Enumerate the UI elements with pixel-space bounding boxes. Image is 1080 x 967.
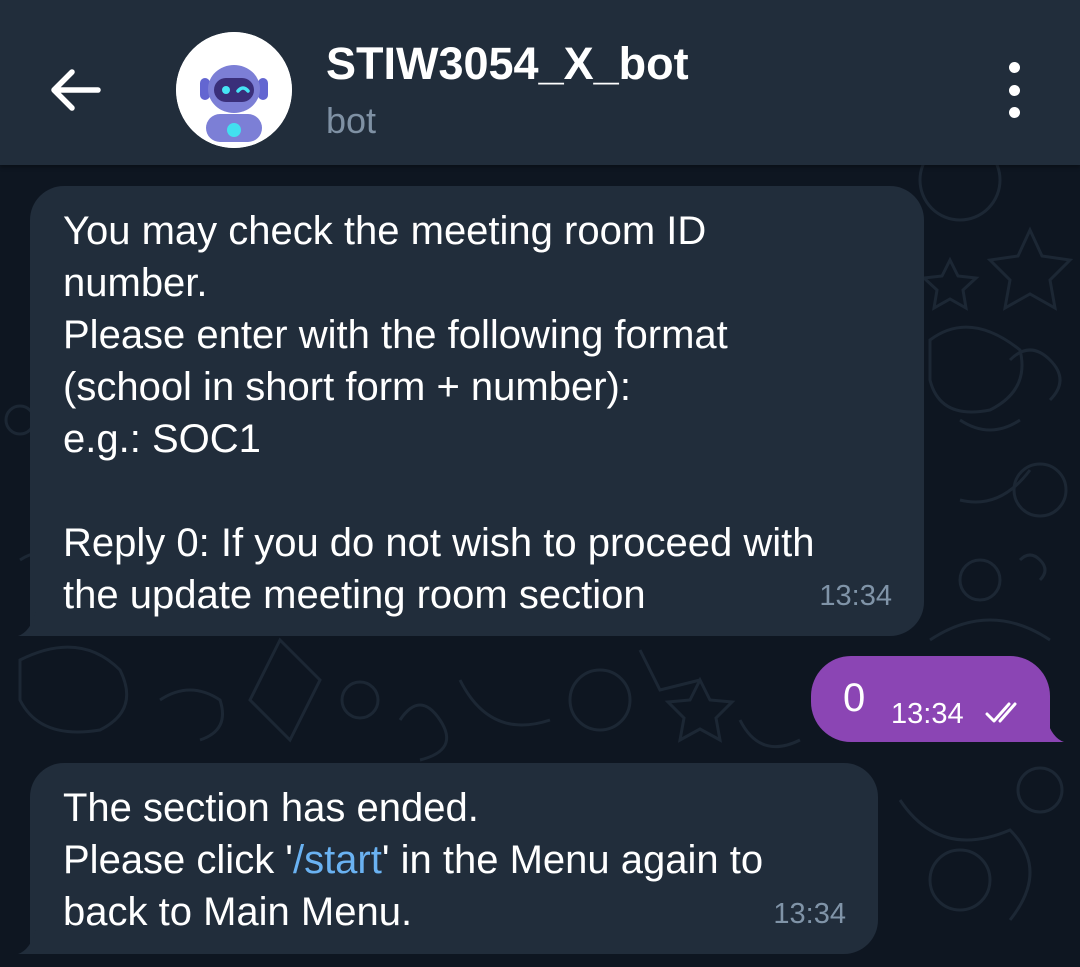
- message-text: 0: [843, 676, 866, 720]
- chat-header: STIW3054_X_bot bot: [0, 0, 1080, 165]
- message-time: 13:34: [819, 580, 892, 612]
- message-text: The section has ended. Please click '/st…: [63, 782, 863, 938]
- outgoing-message[interactable]: 0 13:34: [811, 656, 1050, 742]
- start-command-link[interactable]: /start: [293, 838, 382, 882]
- bot-avatar[interactable]: [176, 32, 292, 148]
- bubble-tail: [1040, 718, 1064, 742]
- message-text: You may check the meeting room ID number…: [63, 209, 815, 617]
- more-vertical-icon: [1008, 62, 1020, 73]
- bubble-tail: [18, 612, 46, 636]
- bubble-tail: [18, 930, 46, 954]
- robot-avatar-icon: [176, 32, 292, 148]
- chat-title[interactable]: STIW3054_X_bot: [326, 38, 689, 90]
- incoming-message[interactable]: You may check the meeting room ID number…: [30, 186, 924, 636]
- arrow-left-icon: [51, 69, 101, 111]
- back-button[interactable]: [38, 52, 114, 128]
- incoming-message[interactable]: The section has ended. Please click '/st…: [30, 763, 878, 954]
- message-time: 13:34: [773, 898, 846, 930]
- more-options-button[interactable]: [992, 62, 1036, 118]
- chat-subtitle: bot: [326, 100, 377, 141]
- message-time: 13:34: [891, 698, 964, 730]
- double-check-icon: [985, 702, 1017, 723]
